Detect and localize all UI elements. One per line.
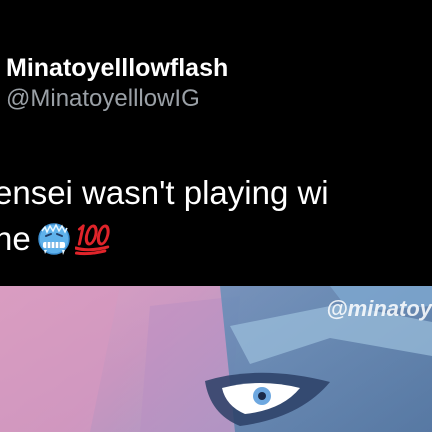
user-handle[interactable]: @MinatoyelllowIG [6, 84, 432, 114]
hundred-points-emoji-icon [73, 222, 115, 256]
display-name[interactable]: Minatoyelllowflash [6, 52, 432, 84]
screenshot-frame: Minatoyelllowflash @MinatoyelllowIG ense… [0, 0, 432, 432]
tweet-text: ensei wasn't playing wi ne [0, 170, 432, 262]
video-watermark: @minatoy [326, 296, 432, 321]
tweet-text-line: ensei wasn't playing wi [0, 174, 329, 211]
tweet-text-line-with-emoji: ne [0, 216, 432, 262]
tweet-header: Minatoyelllowflash @MinatoyelllowIG [6, 52, 432, 114]
video-frame[interactable]: @minatoy [0, 286, 432, 432]
cold-face-emoji-icon [37, 222, 71, 256]
tweet-text-fragment: ne [0, 220, 31, 257]
